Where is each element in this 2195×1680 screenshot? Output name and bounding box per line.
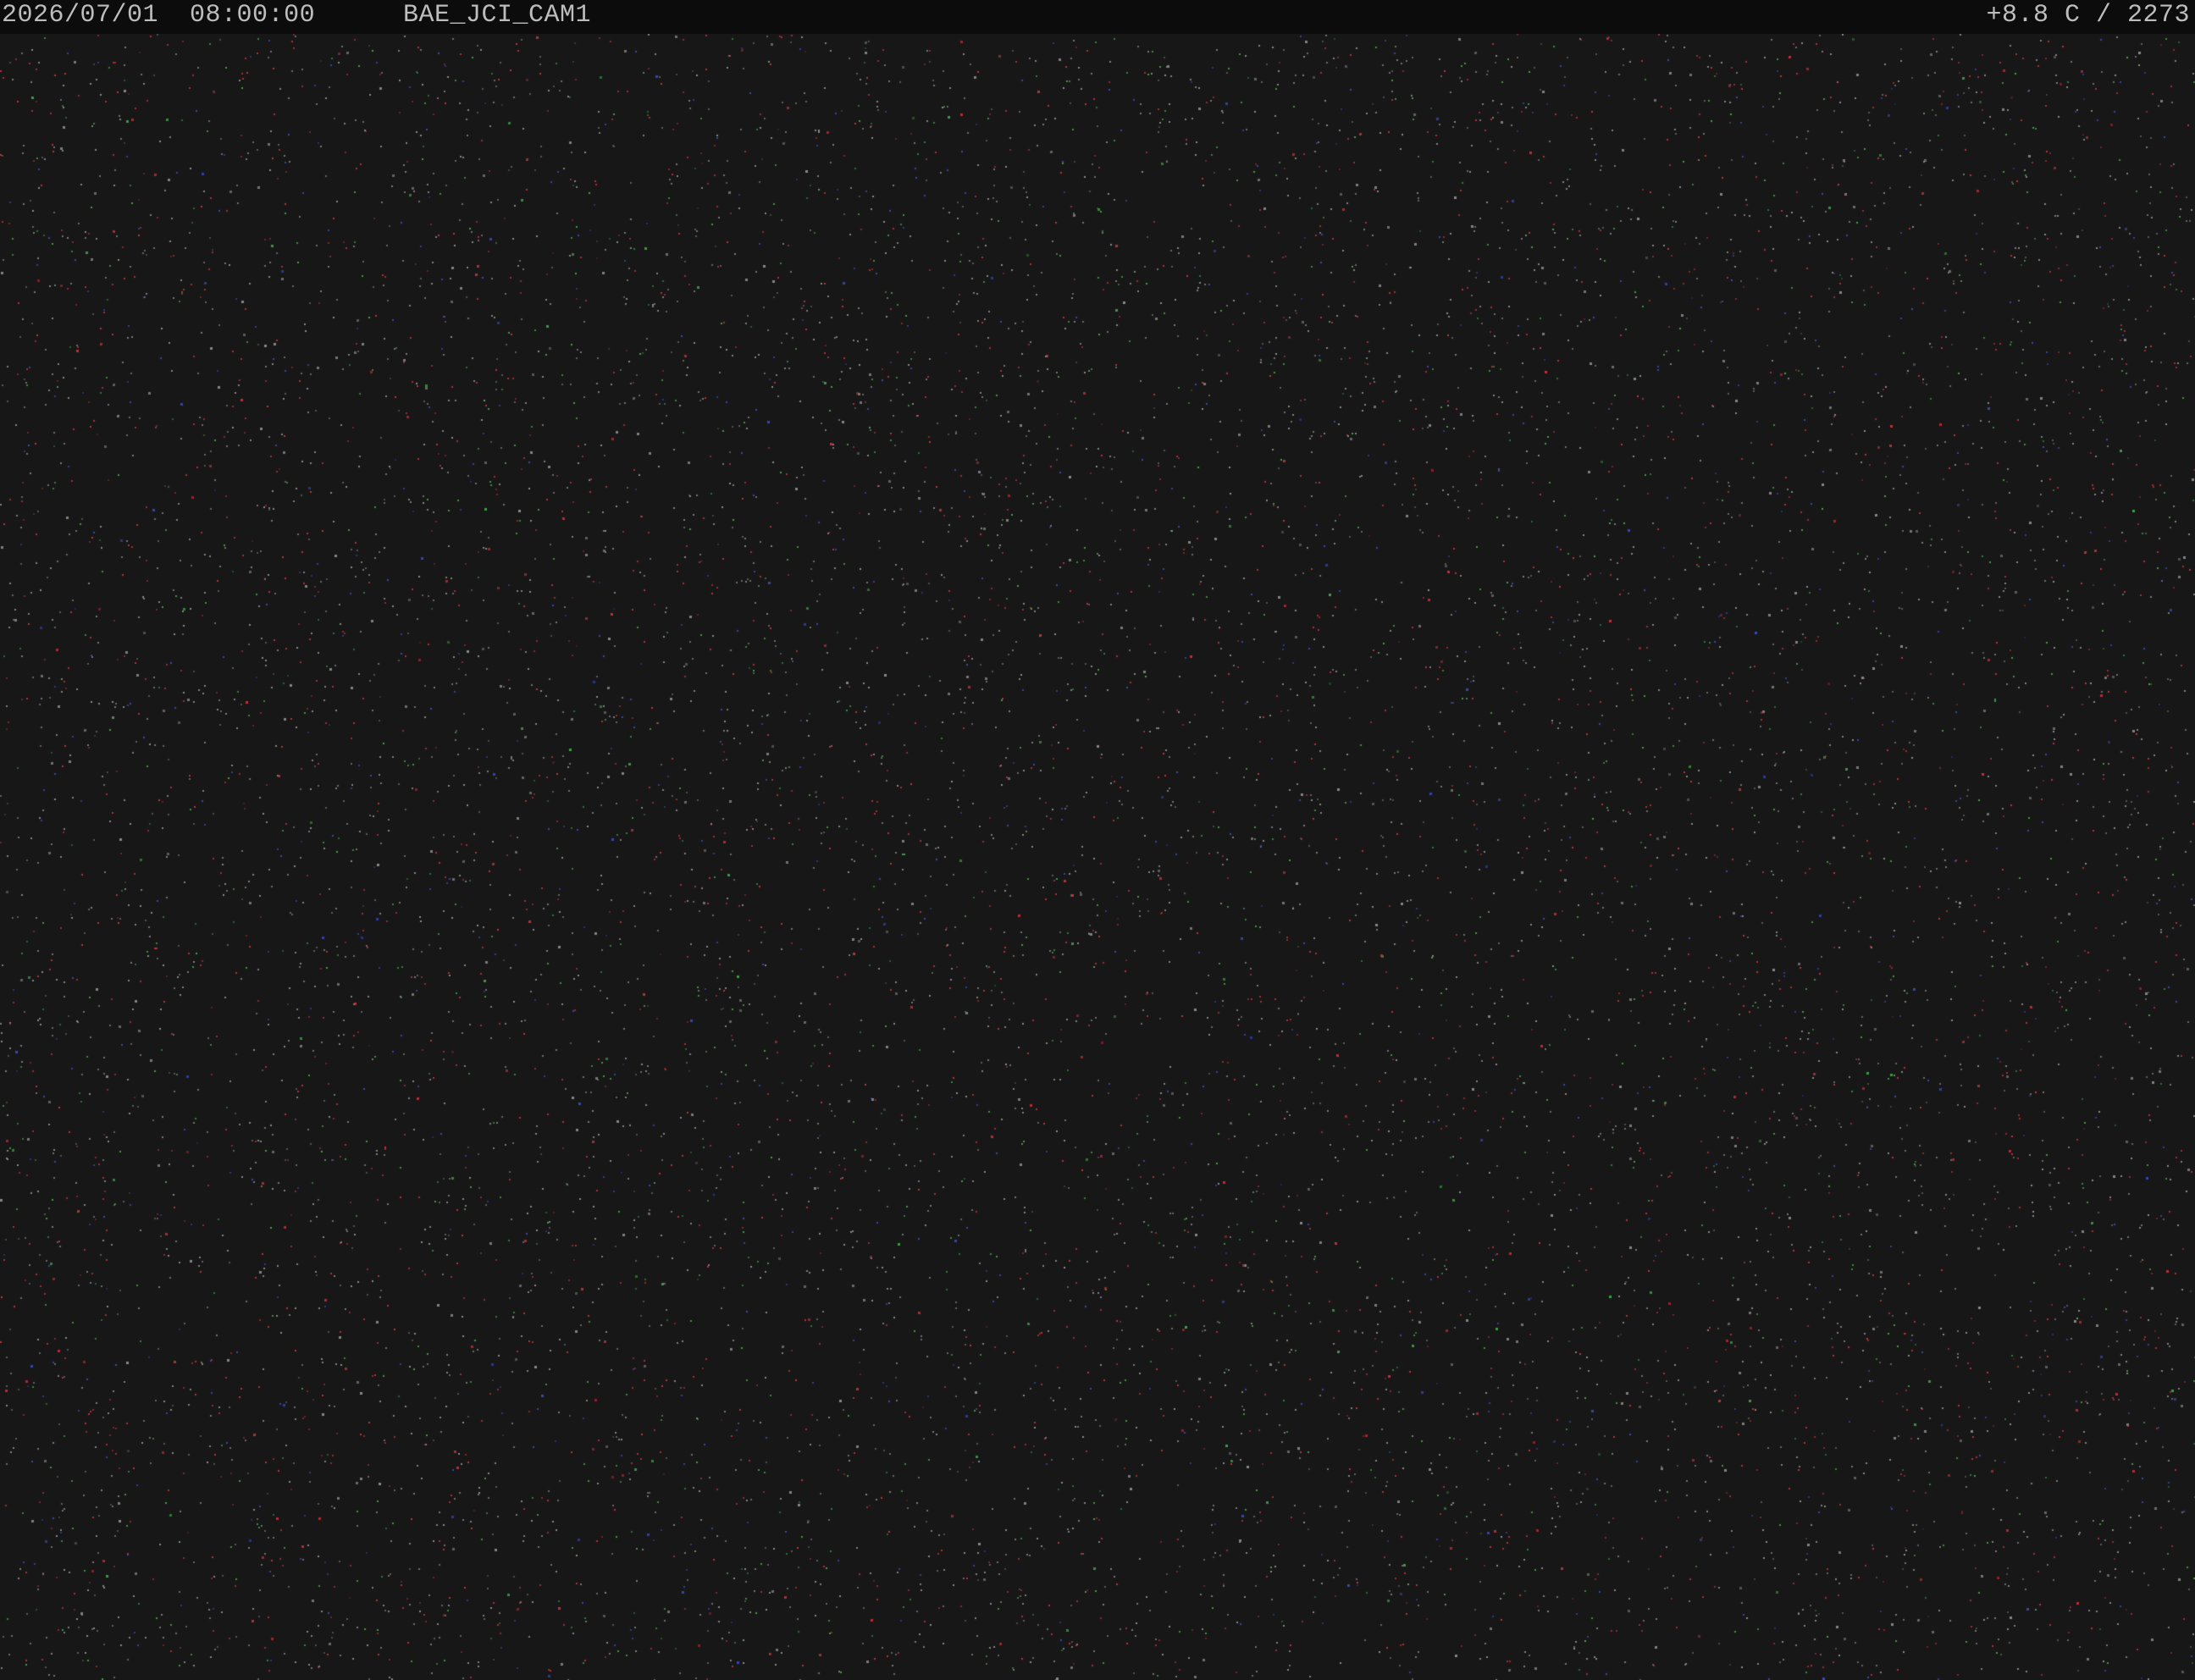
night-sky-image — [0, 34, 2195, 1680]
date-text: 2026/07/01 — [2, 1, 159, 30]
time-text: 08:00:00 — [190, 1, 316, 30]
timestamp-label: 2026/07/01 08:00:00 — [2, 0, 315, 30]
sensor-readout-label: +8.8 C / 2273 — [1986, 1, 2190, 30]
camera-id-label: BAE_JCI_CAM1 — [403, 1, 592, 30]
timestamp-overlay-bar: 2026/07/01 08:00:00 BAE_JCI_CAM1 +8.8 C … — [0, 0, 2195, 34]
webcam-frame: 2026/07/01 08:00:00 BAE_JCI_CAM1 +8.8 C … — [0, 0, 2195, 1680]
